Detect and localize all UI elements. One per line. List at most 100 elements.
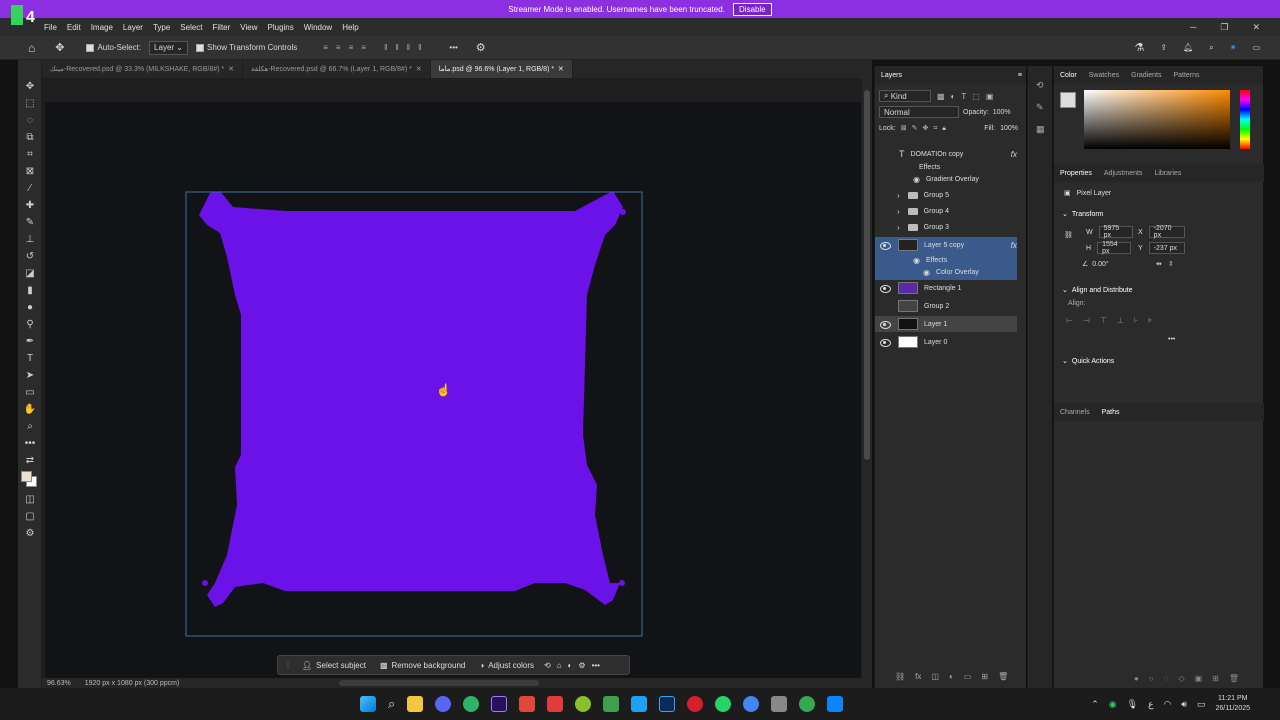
- menu-edit[interactable]: Edit: [67, 23, 81, 32]
- app-red2-icon[interactable]: [547, 696, 564, 712]
- document-info[interactable]: 1920 px x 1080 px (300 ppcm): [85, 680, 180, 687]
- layer-filter-select[interactable]: ⌕ Kind: [879, 90, 931, 102]
- healing-tool-icon[interactable]: ✚: [18, 197, 42, 214]
- tab-channels[interactable]: Channels: [1060, 409, 1090, 416]
- layer-comps-icon[interactable]: ▦: [1036, 118, 1052, 140]
- screen-mode-icon[interactable]: ▢: [18, 508, 42, 525]
- perspective-icon[interactable]: ⌂: [557, 661, 562, 670]
- chrome-icon[interactable]: [743, 696, 760, 712]
- menu-type[interactable]: Type: [153, 23, 170, 32]
- history-brush-icon[interactable]: ↺: [18, 248, 42, 265]
- app-red-icon[interactable]: [519, 696, 536, 712]
- adjust-colors-button[interactable]: ◑ Adjust colors: [475, 661, 538, 670]
- auto-select-checkbox[interactable]: Auto-Select:: [86, 43, 141, 52]
- tab-patterns[interactable]: Patterns: [1173, 72, 1199, 79]
- eraser-tool-icon[interactable]: ◪: [18, 265, 42, 282]
- layer-row[interactable]: Layer 0: [875, 334, 1017, 350]
- gear-icon[interactable]: ⚙: [476, 41, 486, 54]
- marquee-tool-icon[interactable]: ⬚: [18, 95, 42, 112]
- whatsapp-icon[interactable]: [715, 696, 732, 712]
- hand-tool-icon[interactable]: ✋: [18, 401, 42, 418]
- more-icon[interactable]: •••: [449, 43, 457, 52]
- color-swatches[interactable]: [18, 469, 42, 491]
- layer-row[interactable]: Rectangle 1: [875, 280, 1017, 296]
- group-row[interactable]: › Group 4: [875, 203, 1017, 219]
- align-buttons[interactable]: ⊢ ⊣ ⊤ ⊥ ⊦ ⊧: [1066, 316, 1152, 325]
- flip-horizontal-icon[interactable]: ⇹: [1156, 260, 1162, 268]
- mask-icon[interactable]: ◫: [931, 672, 939, 681]
- layers-tab[interactable]: Layers: [881, 72, 902, 79]
- frame-tool-icon[interactable]: ⊠: [18, 163, 42, 180]
- history-icon[interactable]: ⟲: [1036, 74, 1052, 96]
- stamp-tool-icon[interactable]: ⊥: [18, 231, 42, 248]
- more-align-icon[interactable]: •••: [1168, 336, 1175, 343]
- scroll-thumb[interactable]: [864, 90, 870, 460]
- rectangle-tool-icon[interactable]: ▭: [18, 384, 42, 401]
- tab-doc-3[interactable]: ماما.psd @ 96.6% (Layer 1, RGB/8) * ✕: [430, 60, 573, 78]
- swap-colors-icon[interactable]: ⇄: [18, 452, 42, 469]
- color-field[interactable]: [1084, 90, 1230, 149]
- more-tools-icon[interactable]: •••: [18, 435, 42, 452]
- link-proportions-icon[interactable]: ⛓: [1064, 231, 1073, 239]
- tray-app-icon[interactable]: ◉: [1109, 699, 1117, 710]
- transform-icon[interactable]: ⟲: [544, 661, 551, 670]
- app-blue2-icon[interactable]: [827, 696, 844, 712]
- fill-value[interactable]: 100%: [1000, 125, 1018, 132]
- flask-icon[interactable]: ⚗: [1135, 41, 1145, 54]
- link-icon[interactable]: ⛓: [895, 672, 905, 681]
- tab-color[interactable]: Color: [1060, 72, 1077, 79]
- layers-footer-icons[interactable]: ⛓ fx ◫ ◐ ▭ ⊞ 🗑︎: [895, 672, 1008, 681]
- opacity-value[interactable]: 100%: [993, 109, 1011, 116]
- width-field[interactable]: W 5975 px: [1086, 225, 1133, 239]
- group-row[interactable]: › Group 5: [875, 187, 1017, 203]
- foreground-swatch[interactable]: [1060, 92, 1076, 108]
- purple-shape-artwork[interactable]: [185, 185, 645, 640]
- share-icon[interactable]: ⇪: [1160, 43, 1167, 52]
- search-icon[interactable]: ⌕: [1209, 43, 1213, 53]
- menu-filter[interactable]: Filter: [213, 23, 231, 32]
- fx-icon[interactable]: fx: [915, 672, 921, 681]
- battery-icon[interactable]: ▭: [1197, 699, 1206, 710]
- hue-slider[interactable]: [1240, 90, 1250, 149]
- premiere-icon[interactable]: [491, 696, 508, 712]
- tab-gradients[interactable]: Gradients: [1131, 72, 1161, 79]
- show-transform-checkbox[interactable]: Show Transform Controls: [196, 43, 297, 52]
- menu-select[interactable]: Select: [180, 23, 202, 32]
- menu-file[interactable]: File: [44, 23, 57, 32]
- flip-icons[interactable]: ⇹ ⇳: [1156, 260, 1174, 268]
- paths-footer-icons[interactable]: ● ○ ◌ ◇ ▣ ⊞ 🗑︎: [1134, 674, 1239, 683]
- mask-icon[interactable]: ◐: [568, 661, 573, 670]
- quick-actions-section[interactable]: ⌄ Quick Actions: [1062, 357, 1114, 366]
- menu-image[interactable]: Image: [91, 23, 113, 32]
- move-tool-icon[interactable]: ✥: [55, 41, 64, 54]
- tab-doc-1[interactable]: مينك-Recovered.psd @ 33.3% (MILKSHAKE, R…: [42, 60, 244, 78]
- horizontal-scrollbar[interactable]: [339, 680, 540, 686]
- tab-swatches[interactable]: Swatches: [1089, 72, 1119, 79]
- menu-layer[interactable]: Layer: [123, 23, 143, 32]
- group-row[interactable]: › Group 3: [875, 219, 1017, 235]
- generate-icon[interactable]: ⚙: [578, 661, 585, 670]
- app-blue-icon[interactable]: [631, 696, 648, 712]
- photoshop-icon[interactable]: [659, 696, 676, 712]
- path-select-icon[interactable]: ➤: [18, 367, 42, 384]
- workspace-icon[interactable]: ▭: [1252, 43, 1260, 52]
- close-icon[interactable]: ✕: [1252, 22, 1260, 33]
- zoom-tool-icon[interactable]: ⌕: [18, 418, 42, 435]
- tab-doc-2[interactable]: هكلفة-Recovered.psd @ 66.7% (Layer 1, RG…: [243, 60, 431, 78]
- crop-tool-icon[interactable]: ⌗: [18, 146, 42, 163]
- quick-mask-icon[interactable]: ◫: [18, 491, 42, 508]
- volume-icon[interactable]: 🔊︎: [1181, 699, 1187, 710]
- flip-vertical-icon[interactable]: ⇳: [1168, 260, 1174, 268]
- bell-icon[interactable]: 🔔︎: [1183, 43, 1193, 52]
- panel-menu-icon[interactable]: ≡: [1018, 72, 1022, 79]
- home-icon[interactable]: ⌂: [28, 41, 35, 55]
- select-subject-button[interactable]: 👤︎ Select subject: [298, 661, 370, 670]
- eye-icon[interactable]: [880, 320, 891, 329]
- mic-icon[interactable]: 🎙︎: [1127, 699, 1138, 710]
- menu-plugins[interactable]: Plugins: [268, 23, 294, 32]
- tab-libraries[interactable]: Libraries: [1154, 170, 1181, 177]
- maximize-icon[interactable]: ❐: [1220, 22, 1228, 33]
- eye-icon[interactable]: [880, 338, 891, 347]
- menu-view[interactable]: View: [240, 23, 257, 32]
- eye-icon[interactable]: [880, 284, 891, 293]
